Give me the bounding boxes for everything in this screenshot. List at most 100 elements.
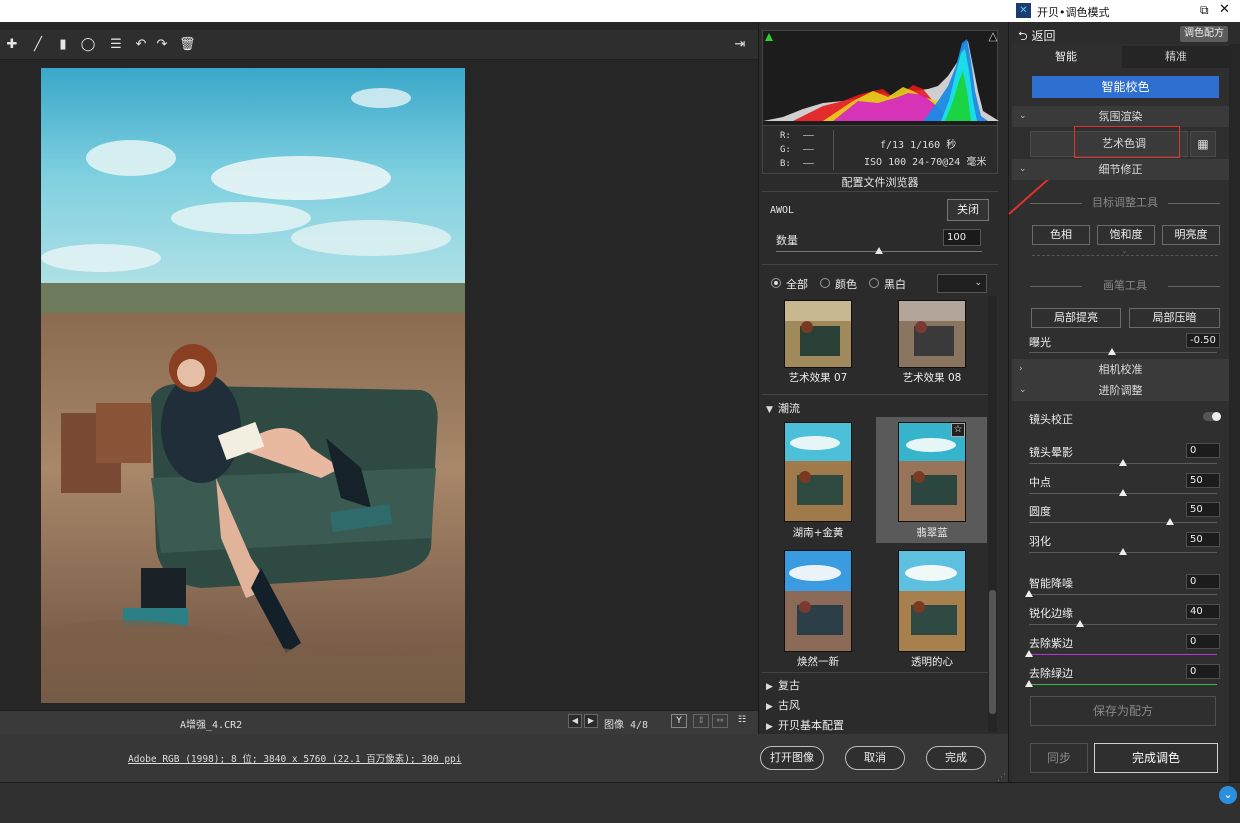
- midpoint-slider-thumb[interactable]: [1119, 489, 1127, 496]
- filter-all-radio[interactable]: [771, 278, 781, 288]
- dotted-divider: [1032, 255, 1218, 256]
- tab-precise[interactable]: 精准: [1122, 46, 1230, 68]
- collapse-chevron-icon[interactable]: ⌄: [1121, 246, 1128, 255]
- sync-button[interactable]: 同步: [1030, 743, 1088, 773]
- open-image-button[interactable]: 打开图像: [760, 746, 824, 770]
- section-camera-calibration[interactable]: › 相机校准: [1012, 359, 1229, 380]
- grid-icon[interactable]: ▦: [1190, 131, 1216, 157]
- photo-illustration: [41, 68, 465, 703]
- compare-y-icon[interactable]: Y: [671, 714, 687, 728]
- filter-bw-radio[interactable]: [869, 278, 879, 288]
- cancel-button[interactable]: 取消: [845, 746, 905, 770]
- thumbnail-scroll-thumb[interactable]: [989, 590, 996, 714]
- chevron-down-icon[interactable]: ⌄: [1219, 786, 1237, 804]
- popout-icon[interactable]: ⧉: [1200, 3, 1209, 18]
- roundness-slider-thumb[interactable]: [1166, 518, 1174, 525]
- brightness-button[interactable]: 明亮度: [1162, 225, 1220, 245]
- section-advanced[interactable]: ⌄ 进阶调整: [1012, 380, 1229, 401]
- roundness-input[interactable]: 50: [1186, 502, 1220, 517]
- profile-thumb[interactable]: [784, 422, 852, 522]
- split-view-icon[interactable]: ⇕: [693, 714, 709, 728]
- exposure-input[interactable]: -0.50: [1186, 333, 1220, 348]
- right-scrollbar[interactable]: [1229, 44, 1240, 782]
- sharpen-edge-slider-track[interactable]: [1029, 624, 1217, 625]
- midpoint-input[interactable]: 50: [1186, 473, 1220, 488]
- feather-slider-thumb[interactable]: [1119, 548, 1127, 555]
- tab-smart[interactable]: 智能: [1012, 46, 1120, 68]
- exposure-slider-track[interactable]: [1029, 352, 1217, 353]
- amount-input[interactable]: 100: [943, 229, 981, 246]
- file-info-link[interactable]: Adobe RGB (1998); 8 位; 3840 x 5760 (22.1…: [128, 751, 461, 765]
- group-retro[interactable]: ▶ 复古: [766, 677, 800, 693]
- local-darken-button[interactable]: 局部压暗: [1129, 308, 1220, 328]
- profile-thumb[interactable]: [898, 300, 966, 368]
- gradient-icon[interactable]: ▮: [55, 37, 71, 53]
- profile-thumb[interactable]: [898, 550, 966, 652]
- smart-correct-button[interactable]: 智能校色: [1032, 76, 1219, 98]
- done-button[interactable]: 完成: [926, 746, 986, 770]
- amount-slider-thumb[interactable]: [875, 247, 883, 254]
- group-trend[interactable]: ▼ 潮流: [766, 400, 800, 416]
- hue-button[interactable]: 色相: [1032, 225, 1090, 245]
- add-point-icon[interactable]: ✚: [4, 37, 20, 53]
- close-browser-button[interactable]: 关闭: [947, 199, 989, 221]
- favorite-star-icon[interactable]: ☆: [951, 423, 965, 437]
- save-preset-button[interactable]: 保存为配方: [1030, 696, 1216, 726]
- settings-sliders-icon[interactable]: ☷: [734, 714, 750, 728]
- close-icon[interactable]: ✕: [1219, 2, 1230, 17]
- vignette-input[interactable]: 0: [1186, 443, 1220, 458]
- export-icon[interactable]: ⇥: [732, 37, 748, 53]
- b-value: ——: [803, 159, 814, 169]
- feather-input[interactable]: 50: [1186, 532, 1220, 547]
- app-logo-icon: ✕: [1016, 3, 1031, 18]
- profile-label: 艺术效果 08: [902, 372, 962, 384]
- denoise-label: 智能降噪: [1029, 577, 1073, 590]
- preset-button[interactable]: 调色配方: [1180, 26, 1228, 42]
- list-icon[interactable]: ☰: [108, 37, 124, 53]
- sharpen-edge-slider-thumb[interactable]: [1075, 620, 1084, 627]
- finish-grading-button[interactable]: 完成调色: [1094, 743, 1218, 773]
- remove-green-slider-track[interactable]: [1029, 684, 1217, 685]
- saturation-button[interactable]: 饱和度: [1097, 225, 1155, 245]
- remove-green-input[interactable]: 0: [1186, 664, 1220, 679]
- camera-lens-info: ISO 100 24-70@24 毫米: [864, 157, 987, 168]
- roundness-slider-track[interactable]: [1029, 522, 1217, 523]
- section-detail[interactable]: ⌄ 细节修正: [1012, 159, 1229, 180]
- g-value: ——: [803, 145, 814, 155]
- undo-icon[interactable]: ↶: [133, 37, 149, 53]
- prev-image-button[interactable]: ◀: [568, 714, 582, 728]
- sharpen-edge-label: 锐化边缘: [1029, 607, 1073, 620]
- feather-label: 羽化: [1029, 535, 1051, 548]
- midpoint-label: 中点: [1029, 476, 1051, 489]
- vignette-slider-thumb[interactable]: [1119, 459, 1127, 466]
- profile-thumb[interactable]: [784, 550, 852, 652]
- exposure-slider-thumb[interactable]: [1107, 348, 1116, 355]
- profile-thumb[interactable]: [898, 422, 966, 522]
- denoise-slider-thumb[interactable]: [1025, 590, 1033, 597]
- filter-dropdown[interactable]: ⌄: [937, 274, 987, 293]
- remove-purple-slider-track[interactable]: [1029, 654, 1217, 655]
- swap-view-icon[interactable]: ⇔: [712, 714, 728, 728]
- trash-icon[interactable]: 🗑: [179, 37, 196, 53]
- group-basic[interactable]: ▶ 开贝基本配置: [766, 717, 844, 733]
- filter-all-label: 全部: [786, 278, 808, 291]
- resize-grip-icon[interactable]: ⋰: [997, 773, 1006, 783]
- remove-purple-input[interactable]: 0: [1186, 634, 1220, 649]
- denoise-slider-track[interactable]: [1029, 594, 1217, 595]
- group-ancient[interactable]: ▶ 古风: [766, 697, 800, 713]
- lens-correct-toggle[interactable]: [1203, 412, 1221, 421]
- section-atmosphere[interactable]: ⌄ 氛围渲染: [1012, 106, 1229, 127]
- remove-green-slider-thumb[interactable]: [1025, 680, 1033, 687]
- sharpen-edge-input[interactable]: 40: [1186, 604, 1220, 619]
- denoise-input[interactable]: 0: [1186, 574, 1220, 589]
- next-image-button[interactable]: ▶: [584, 714, 598, 728]
- local-brighten-button[interactable]: 局部提亮: [1031, 308, 1121, 328]
- brush-icon[interactable]: ╱: [30, 37, 46, 53]
- remove-purple-slider-thumb[interactable]: [1025, 650, 1033, 657]
- profile-thumb[interactable]: [784, 300, 852, 368]
- filter-color-radio[interactable]: [820, 278, 830, 288]
- radial-icon[interactable]: ◯: [80, 37, 96, 53]
- redo-icon[interactable]: ↷: [154, 37, 170, 53]
- brush-tool-heading: 画笔工具: [1030, 279, 1220, 293]
- highlight-box: [1074, 126, 1180, 158]
